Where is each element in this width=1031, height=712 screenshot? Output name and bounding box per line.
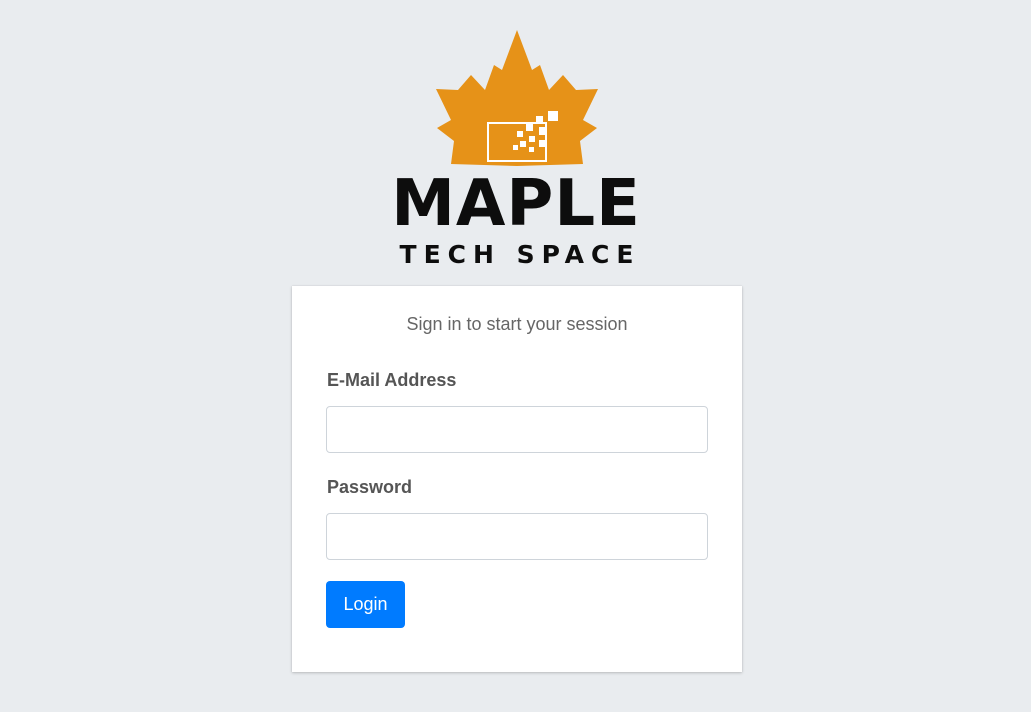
login-card: Sign in to start your session E-Mail Add… (292, 286, 742, 672)
maple-leaf-icon (436, 30, 598, 166)
brand-logo: MAPLE TECH SPACE (389, 28, 643, 270)
email-field[interactable] (326, 406, 708, 453)
email-label: E-Mail Address (327, 370, 457, 390)
password-label: Password (327, 477, 413, 497)
brand-tagline: TECH SPACE (399, 240, 641, 269)
password-field[interactable] (326, 513, 708, 560)
brand-name: MAPLE (391, 167, 641, 241)
login-card-title: Sign in to start your session (406, 314, 628, 334)
login-button[interactable]: Login (326, 581, 405, 628)
